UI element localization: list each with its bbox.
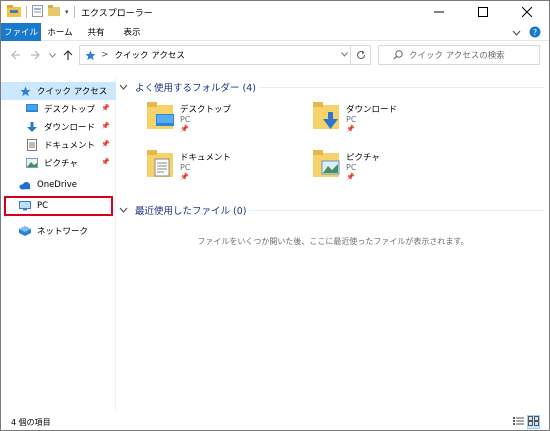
desktop-icon — [26, 103, 38, 115]
pin-icon[interactable]: 📌 — [101, 104, 110, 112]
sidebar-item-downloads[interactable]: ダウンロード 📌 — [1, 118, 116, 136]
group-divider — [259, 87, 544, 88]
ribbon-controls: ? — [512, 26, 541, 41]
item-count: 4 個の項目 — [11, 418, 51, 427]
cloud-icon — [19, 179, 31, 191]
folder-name: ダウンロード — [346, 105, 398, 115]
chevron-down-icon[interactable] — [119, 83, 131, 92]
minimize-button[interactable] — [417, 1, 461, 23]
sidebar-item-label: クイック アクセス — [37, 87, 108, 97]
details-view-icon[interactable] — [513, 416, 524, 428]
chevron-down-icon[interactable] — [119, 206, 131, 215]
navigation-pane: クイック アクセス デスクトップ 📌 ダウンロード 📌 ドキュメント 📌 ピクチ… — [1, 76, 116, 411]
sidebar-item-documents[interactable]: ドキュメント 📌 — [1, 136, 116, 154]
recent-files-header[interactable]: 最近使用したファイル (0) — [119, 202, 246, 218]
sidebar-item-label: ドキュメント — [44, 141, 96, 151]
folder-location: PC — [180, 163, 191, 172]
folder-name: ピクチャ — [346, 153, 380, 163]
group-title: よく使用するフォルダー (4) — [135, 83, 256, 94]
sidebar-item-quick-access[interactable]: クイック アクセス — [1, 82, 116, 100]
folder-tile-pictures[interactable]: ピクチャ PC 📌 — [313, 149, 473, 189]
sidebar-item-label: OneDrive — [37, 180, 77, 190]
sidebar-item-pictures[interactable]: ピクチャ 📌 — [1, 154, 116, 172]
download-icon — [26, 121, 38, 133]
folder-tile-documents[interactable]: ドキュメント PC 📌 — [147, 149, 307, 189]
folder-documents-icon — [147, 149, 175, 179]
pin-icon[interactable]: 📌 — [101, 158, 110, 166]
tab-file[interactable]: ファイル — [1, 23, 41, 41]
folder-location: PC — [180, 115, 191, 124]
search-input[interactable]: クイック アクセスの検索 — [378, 45, 540, 65]
breadcrumb-quick-access[interactable]: クイック アクセス — [115, 49, 185, 61]
sidebar-item-desktop[interactable]: デスクトップ 📌 — [1, 100, 116, 118]
refresh-button[interactable] — [350, 46, 370, 64]
sidebar-item-label: ネットワーク — [37, 227, 89, 237]
folder-name: デスクトップ — [180, 105, 232, 115]
pin-icon: 📌 — [346, 173, 355, 181]
help-icon[interactable]: ? — [529, 26, 541, 41]
content-pane: よく使用するフォルダー (4) デスクトップ PC 📌 ダウンロード PC 📌 … — [119, 76, 547, 411]
ribbon-tabs: ファイル ホーム 共有 表示 ? — [1, 23, 549, 41]
folder-tile-downloads[interactable]: ダウンロード PC 📌 — [313, 101, 473, 141]
folder-app-icon — [7, 4, 21, 20]
tab-view[interactable]: 表示 — [115, 23, 149, 41]
address-bar[interactable]: > クイック アクセス — [79, 45, 371, 65]
pin-icon[interactable]: 📌 — [101, 140, 110, 148]
breadcrumb-separator: > — [101, 50, 109, 60]
group-title: 最近使用したファイル (0) — [135, 206, 247, 217]
svg-text:?: ? — [533, 28, 537, 37]
expand-ribbon-icon[interactable] — [512, 29, 521, 39]
pin-icon: 📌 — [346, 125, 355, 133]
recent-files-empty-message: ファイルをいくつか開いた後、ここに最近使ったファイルが表示されます。 — [197, 237, 469, 246]
view-switcher — [513, 415, 540, 429]
recent-locations-button[interactable] — [45, 47, 59, 63]
sidebar-item-label: ピクチャ — [44, 159, 78, 169]
group-divider — [249, 210, 544, 211]
address-dropdown-icon[interactable] — [341, 50, 348, 59]
pictures-icon — [26, 157, 38, 169]
sidebar-item-label: デスクトップ — [44, 105, 96, 115]
network-icon — [19, 225, 31, 237]
maximize-button[interactable] — [461, 1, 505, 23]
toolbar-divider — [26, 6, 27, 18]
search-placeholder: クイック アクセスの検索 — [409, 51, 505, 61]
sidebar-item-onedrive[interactable]: OneDrive — [1, 176, 116, 194]
star-icon — [85, 49, 96, 61]
title-bar: ▾ エクスプローラー — [1, 1, 549, 23]
sidebar-item-label: ダウンロード — [44, 123, 96, 133]
document-icon — [26, 139, 38, 151]
quick-access-toolbar: ▾ — [7, 4, 75, 20]
star-icon — [19, 85, 31, 97]
navigation-bar: > クイック アクセス クイック アクセスの検索 — [1, 42, 549, 68]
frequent-folders-header[interactable]: よく使用するフォルダー (4) — [119, 79, 256, 95]
pin-icon: 📌 — [180, 125, 189, 133]
pin-icon: 📌 — [180, 173, 189, 181]
sidebar-item-network[interactable]: ネットワーク — [1, 222, 116, 240]
pin-icon[interactable]: 📌 — [101, 122, 110, 130]
toolbar-divider — [73, 6, 75, 18]
tab-home[interactable]: ホーム — [43, 23, 77, 41]
folder-location: PC — [346, 115, 357, 124]
back-button[interactable] — [9, 47, 23, 63]
folder-tile-desktop[interactable]: デスクトップ PC 📌 — [147, 101, 307, 141]
status-bar: 4 個の項目 — [1, 414, 549, 430]
tiles-view-icon[interactable] — [527, 415, 540, 429]
folder-download-icon — [313, 101, 341, 131]
explorer-window: ▾ エクスプローラー ファイル ホーム 共有 表示 ? > クイック アクセス … — [0, 0, 550, 431]
window-title: エクスプローラー — [81, 9, 153, 19]
customize-toolbar-icon[interactable]: ▾ — [65, 8, 69, 16]
forward-button[interactable] — [28, 47, 42, 63]
folder-name: ドキュメント — [180, 153, 232, 163]
folder-pictures-icon — [313, 149, 341, 179]
folder-desktop-icon — [147, 101, 175, 131]
properties-icon[interactable] — [32, 4, 43, 20]
search-icon — [393, 50, 403, 60]
new-folder-icon[interactable] — [48, 5, 60, 19]
pc-highlight-box — [4, 196, 113, 216]
up-button[interactable] — [61, 47, 75, 63]
close-button[interactable] — [505, 1, 549, 23]
folder-location: PC — [346, 163, 357, 172]
tab-share[interactable]: 共有 — [79, 23, 113, 41]
